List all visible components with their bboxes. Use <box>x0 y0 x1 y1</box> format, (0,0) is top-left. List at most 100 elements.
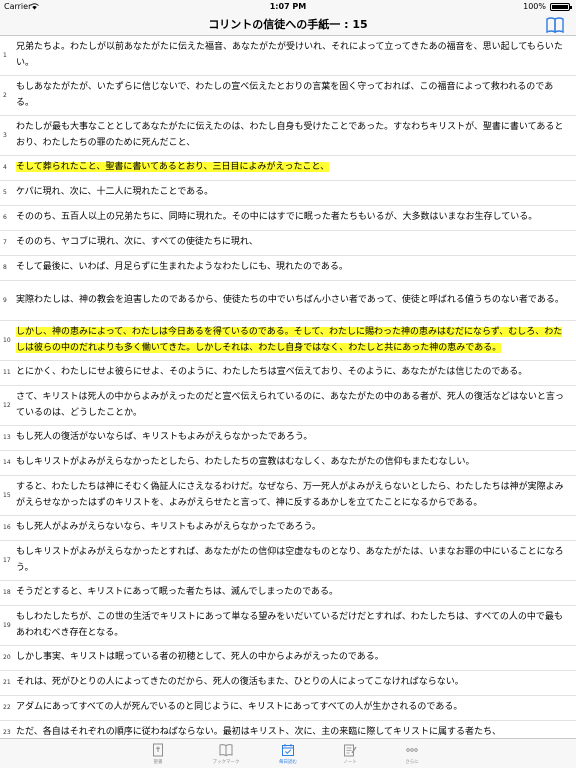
verse-text: もしあなたがたが、いたずらに信じないで、わたしの宣べ伝えたとおりの言葉を固く守っ… <box>16 80 568 111</box>
verse-number: 22 <box>3 704 11 712</box>
tab-bible-label: 聖書 <box>153 760 163 765</box>
verse-row[interactable]: 20 しかし事実、キリストは眠っている者の初穂として、死人の中からよみがえったので… <box>0 646 576 671</box>
verse-row[interactable]: 19 もしわたしたちが、この世の生活でキリストにあって単なる望みをいだいているだけ… <box>0 606 576 646</box>
tab-bookmark-label: ブックマーク <box>212 760 240 765</box>
verse-row[interactable]: 18 そうだとすると、キリストにあって眠った者たちは、滅んでしまったのである。 <box>0 581 576 606</box>
verse-row[interactable]: 23 ただ、各自はそれぞれの順序に従わねばならない。最初はキリスト、次に、主の来臨… <box>0 721 576 738</box>
verse-text: 実際わたしは、神の教会を迫害したのであるから、使徒たちの中でいちばん小さい者であ… <box>16 293 564 309</box>
verse-list[interactable]: 1 兄弟たちよ。わたしが以前あなたがたに伝えた福音、あなたがたが受けいれ、それによ… <box>0 36 576 738</box>
battery-percent: 100% <box>523 2 546 11</box>
highlighted-verse-text: そして葬られたこと、聖書に書いてあるとおり、三日目によみがえったこと、 <box>16 162 330 173</box>
verse-row[interactable]: 5 ケパに現れ、次に、十二人に現れたことである。 <box>0 181 576 206</box>
book-icon[interactable] <box>546 17 564 33</box>
tab-more-label: さらに <box>405 760 419 765</box>
verse-row[interactable]: 8 そして最後に、いわば、月足らずに生まれたようなわたしにも、現れたのである。 <box>0 256 576 281</box>
verse-text-content: ただ、各自はそれぞれの順序に従わねばならない。最初はキリスト、次に、主の来臨に際… <box>16 727 502 738</box>
verse-number: 11 <box>3 369 11 377</box>
verse-number: 1 <box>3 51 7 59</box>
note-pencil-icon <box>344 744 357 757</box>
verse-text-content: もしわたしたちが、この世の生活でキリストにあって単なる望みをいだいているだけだと… <box>16 612 563 638</box>
verse-text: そして最後に、いわば、月足らずに生まれたようなわたしにも、現れたのである。 <box>16 260 348 276</box>
battery-icon <box>550 3 572 11</box>
calendar-check-icon <box>282 744 294 756</box>
verse-row[interactable]: 15 すると、わたしたちは神にそむく偽証人にさえなるわけだ。なぜなら、万一死人がよ… <box>0 476 576 516</box>
verse-row[interactable]: 21 それは、死がひとりの人によってきたのだから、死人の復活もまた、ひとりの人によ… <box>0 671 576 696</box>
verse-text: もしわたしたちが、この世の生活でキリストにあって単なる望みをいだいているだけだと… <box>16 610 568 641</box>
verse-text-content: もし死人の復活がないならば、キリストもよみがえらなかったであろう。 <box>16 432 313 443</box>
verse-text: そうだとすると、キリストにあって眠った者たちは、滅んでしまったのである。 <box>16 585 338 601</box>
verse-text: しかし、神の恵みによって、わたしは今日あるを得ているのである。そして、わたしに賜… <box>16 325 568 356</box>
verse-number: 4 <box>3 164 7 172</box>
tab-daily-reading[interactable]: 毎日読む <box>258 739 318 768</box>
verse-text: 兄弟たちよ。わたしが以前あなたがたに伝えた福音、あなたがたが受けいれ、それによっ… <box>16 40 568 71</box>
verse-row[interactable]: 6 そののち、五百人以上の兄弟たちに、同時に現れた。その中にはすでに眠った者たちも… <box>0 206 576 231</box>
verse-row[interactable]: 9 実際わたしは、神の教会を迫害したのであるから、使徒たちの中でいちばん小さい者で… <box>0 281 576 321</box>
verse-row[interactable]: 13 もし死人の復活がないならば、キリストもよみがえらなかったであろう。 <box>0 426 576 451</box>
verse-row[interactable]: 2 もしあなたがたが、いたずらに信じないで、わたしの宣べ伝えたとおりの言葉を固く守… <box>0 76 576 116</box>
verse-row[interactable]: 16 もし死人がよみがえらないなら、キリストもよみがえらなかったであろう。 <box>0 516 576 541</box>
verse-number: 2 <box>3 91 7 99</box>
verse-number: 10 <box>3 336 11 344</box>
verse-text: しかし事実、キリストは眠っている者の初穂として、死人の中からよみがえったのである… <box>16 650 384 666</box>
verse-text-content: 実際わたしは、神の教会を迫害したのであるから、使徒たちの中でいちばん小さい者であ… <box>16 294 564 305</box>
verse-row[interactable]: 7 そののち、ヤコブに現れ、次に、すべての使徒たちに現れ、 <box>0 231 576 256</box>
verse-row[interactable]: 14 もしキリストがよみがえらなかったとしたら、わたしたちの宣教はむなしく、あなた… <box>0 451 576 476</box>
verse-text: ただ、各自はそれぞれの順序に従わねばならない。最初はキリスト、次に、主の来臨に際… <box>16 725 501 738</box>
verse-text-content: もしキリストがよみがえらなかったとしたら、わたしたちの宣教はむなしく、あなたがた… <box>16 457 475 468</box>
verse-number: 20 <box>3 654 11 662</box>
verse-row[interactable]: 12 さて、キリストは死人の中からよみがえったのだと宣べ伝えられているのに、あなた… <box>0 386 576 426</box>
verse-number: 8 <box>3 264 7 272</box>
status-time: 1:07 PM <box>269 2 307 11</box>
verse-number: 18 <box>3 589 11 597</box>
verse-text: もし死人の復活がないならば、キリストもよみがえらなかったであろう。 <box>16 430 312 446</box>
tab-bookmark[interactable]: ブックマーク <box>196 739 256 768</box>
verse-text: すると、わたしたちは神にそむく偽証人にさえなるわけだ。なぜなら、万一死人がよみが… <box>16 480 568 511</box>
verse-text: わたしが最も大事なこととしてあなたがたに伝えたのは、わたし自身も受けたことであっ… <box>16 120 568 151</box>
verse-text: そののち、ヤコブに現れ、次に、すべての使徒たちに現れ、 <box>16 235 258 251</box>
verse-number: 3 <box>3 131 7 139</box>
tab-bible[interactable]: 聖書 <box>128 739 188 768</box>
tab-more[interactable]: さらに <box>382 739 442 768</box>
verse-row[interactable]: 4 そして葬られたこと、聖書に書いてあるとおり、三日目によみがえったこと、 <box>0 156 576 181</box>
verse-text-content: さて、キリストは死人の中からよみがえったのだと宣べ伝えられているのに、あなたがた… <box>16 392 564 418</box>
verse-number: 16 <box>3 524 11 532</box>
verse-text: とにかく、わたしにせよ彼らにせよ、そのように、わたしたちは宣べ伝えており、そのよ… <box>16 365 527 381</box>
verse-text-content: アダムにあってすべての人が死んでいるのと同じように、キリストにあってすべての人が… <box>16 702 463 713</box>
bible-icon <box>153 743 163 757</box>
verse-text-content: もしあなたがたが、いたずらに信じないで、わたしの宣べ伝えたとおりの言葉を固く守っ… <box>16 82 554 108</box>
verse-text-content: そうだとすると、キリストにあって眠った者たちは、滅んでしまったのである。 <box>16 587 339 598</box>
verse-text: そして葬られたこと、聖書に書いてあるとおり、三日目によみがえったこと、 <box>16 160 330 176</box>
navigation-bar: コリントの信徒への手紙一 : 15 <box>0 14 576 36</box>
verse-number: 21 <box>3 679 11 687</box>
verse-number: 9 <box>3 296 7 304</box>
verse-text: さて、キリストは死人の中からよみがえったのだと宣べ伝えられているのに、あなたがた… <box>16 390 568 421</box>
verse-text-content: もし死人がよみがえらないなら、キリストもよみがえらなかったであろう。 <box>16 522 321 533</box>
verse-number: 23 <box>3 729 11 737</box>
verse-number: 19 <box>3 621 11 629</box>
verse-row[interactable]: 3 わたしが最も大事なこととしてあなたがたに伝えたのは、わたし自身も受けたことであ… <box>0 116 576 156</box>
verse-row[interactable]: 17 もしキリストがよみがえらなかったとすれば、あなたがたの信仰は空虚なものとなり… <box>0 541 576 581</box>
more-dots-icon <box>406 748 418 752</box>
verse-text: アダムにあってすべての人が死んでいるのと同じように、キリストにあってすべての人が… <box>16 700 462 716</box>
verse-number: 7 <box>3 239 7 247</box>
tab-notes-label: ノート <box>343 760 357 765</box>
verse-row[interactable]: 1 兄弟たちよ。わたしが以前あなたがたに伝えた福音、あなたがたが受けいれ、それによ… <box>0 36 576 76</box>
verse-number: 12 <box>3 401 11 409</box>
verse-row[interactable]: 22 アダムにあってすべての人が死んでいるのと同じように、キリストにあってすべての… <box>0 696 576 721</box>
verse-row[interactable]: 11 とにかく、わたしにせよ彼らにせよ、そのように、わたしたちは宣べ伝えており、そ… <box>0 361 576 386</box>
highlighted-verse-text: しかし、神の恵みによって、わたしは今日あるを得ているのである。そして、わたしに賜… <box>16 327 563 353</box>
verse-text: もし死人がよみがえらないなら、キリストもよみがえらなかったであろう。 <box>16 520 321 536</box>
verse-text-content: とにかく、わたしにせよ彼らにせよ、そのように、わたしたちは宣べ伝えており、そのよ… <box>16 367 528 378</box>
verse-text: もしキリストがよみがえらなかったとしたら、わたしたちの宣教はむなしく、あなたがた… <box>16 455 475 471</box>
verse-text-content: そののち、五百人以上の兄弟たちに、同時に現れた。その中にはすでに眠った者たちもい… <box>16 212 538 223</box>
verse-text-content: もしキリストがよみがえらなかったとすれば、あなたがたの信仰は空虚なものとなり、あ… <box>16 547 564 573</box>
verse-text: ケパに現れ、次に、十二人に現れたことである。 <box>16 185 213 201</box>
tab-bar: 聖書 ブックマーク 毎日読む ノート さらに <box>0 738 576 768</box>
verse-number: 17 <box>3 556 11 564</box>
verse-text-content: そののち、ヤコブに現れ、次に、すべての使徒たちに現れ、 <box>16 237 258 248</box>
verse-text-content: 兄弟たちよ。わたしが以前あなたがたに伝えた福音、あなたがたが受けいれ、それによっ… <box>16 42 563 68</box>
verse-number: 5 <box>3 189 7 197</box>
verse-row[interactable]: 10 しかし、神の恵みによって、わたしは今日あるを得ているのである。そして、わたし… <box>0 321 576 361</box>
open-book-icon <box>219 744 233 757</box>
tab-notes[interactable]: ノート <box>320 739 380 768</box>
